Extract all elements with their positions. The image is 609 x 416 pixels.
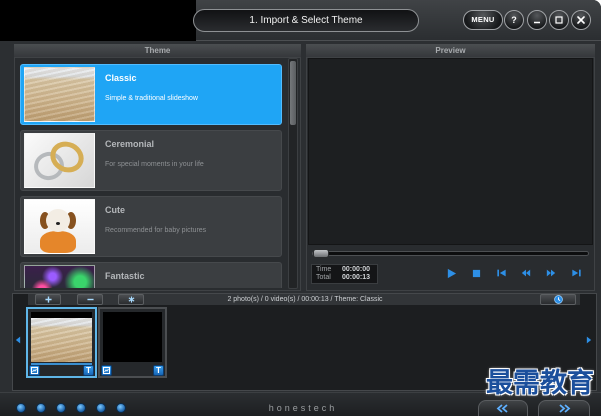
time-value: 00:00:00	[342, 266, 371, 273]
step-title: 1. Import & Select Theme	[193, 9, 419, 32]
rewind-icon	[520, 268, 532, 278]
stop-button[interactable]	[467, 265, 485, 281]
slot-thumbnail	[31, 312, 92, 362]
seek-track[interactable]	[312, 251, 589, 256]
stop-icon	[472, 269, 481, 278]
minus-icon	[86, 296, 94, 303]
add-photo-button[interactable]	[35, 294, 61, 305]
skip-to-end-icon	[571, 268, 582, 278]
theme-list: Classic Simple & traditional slideshow C…	[18, 59, 286, 288]
rewind-button[interactable]	[517, 265, 535, 281]
fast-forward-icon	[545, 268, 557, 278]
maximize-button[interactable]	[549, 10, 569, 30]
slot-thumbnail-empty	[103, 312, 162, 362]
photo-edit-icon	[31, 367, 38, 374]
theme-item-title: Fantastic	[105, 271, 145, 281]
theme-thumbnail-classic	[24, 67, 95, 122]
theme-thumbnail-fantastic	[24, 265, 95, 288]
text-badge: T	[86, 366, 91, 375]
storyboard-scroll-right[interactable]	[584, 333, 594, 347]
double-chevron-left-icon	[496, 404, 510, 413]
double-chevron-right-icon	[557, 404, 571, 413]
next-step-button[interactable]	[538, 400, 590, 416]
theme-item-title: Classic	[105, 73, 137, 83]
storyboard-slot-1[interactable]: T	[26, 307, 97, 378]
help-button[interactable]: ?	[504, 10, 524, 30]
seek-thumb[interactable]	[313, 249, 329, 258]
minimize-button[interactable]	[527, 10, 547, 30]
asterisk-icon	[128, 296, 135, 303]
slot-edit-button[interactable]	[29, 365, 40, 376]
black-corner-region	[0, 0, 196, 41]
step-dot-3[interactable]	[56, 403, 66, 413]
watermark-text: 最需教育	[486, 368, 594, 399]
remove-photo-button[interactable]	[77, 294, 103, 305]
total-label: Total	[316, 274, 331, 281]
puppy-head	[46, 209, 70, 232]
storyboard-slot-2[interactable]: T	[98, 307, 167, 378]
puppy-nose	[56, 222, 60, 225]
app-window: 1. Import & Select Theme MENU ? Theme Cl…	[0, 0, 601, 416]
theme-item-title: Cute	[105, 205, 125, 215]
effect-button[interactable]	[118, 294, 144, 305]
step-dot-4[interactable]	[76, 403, 86, 413]
maximize-icon	[555, 16, 563, 24]
slot-edit-button[interactable]	[101, 365, 112, 376]
photo-edit-icon	[103, 367, 110, 374]
step-dot-5[interactable]	[96, 403, 106, 413]
theme-list-scrollbar[interactable]	[288, 58, 298, 289]
slot-text-button[interactable]: T	[153, 365, 164, 376]
skip-to-start-button[interactable]	[492, 265, 510, 281]
text-badge: T	[156, 366, 161, 375]
seek-slider[interactable]	[312, 249, 589, 258]
duration-button[interactable]	[540, 294, 576, 305]
scrollbar-thumb[interactable]	[290, 61, 296, 125]
arrow-right-icon	[586, 335, 592, 345]
theme-panel-header: Theme	[14, 44, 301, 57]
previous-step-button[interactable]	[478, 400, 528, 416]
theme-item-classic[interactable]: Classic Simple & traditional slideshow	[20, 64, 282, 125]
time-display: Time 00:00:00 Total 00:00:13	[311, 264, 378, 284]
theme-thumbnail-cute	[24, 199, 95, 254]
play-icon	[446, 268, 457, 279]
play-button[interactable]	[442, 265, 460, 281]
brand-logo-text: honestech	[268, 403, 338, 413]
minimize-icon	[533, 16, 541, 24]
menu-button[interactable]: MENU	[463, 10, 503, 30]
plus-icon	[44, 296, 52, 303]
fast-forward-button[interactable]	[542, 265, 560, 281]
theme-item-fantastic[interactable]: Fantastic	[20, 262, 282, 288]
theme-item-description: Recommended for baby pictures	[105, 227, 207, 234]
skip-to-start-icon	[496, 268, 507, 278]
theme-item-ceremonial[interactable]: Ceremonial For special moments in your l…	[20, 130, 282, 191]
theme-item-cute[interactable]: Cute Recommended for baby pictures	[20, 196, 282, 257]
close-button[interactable]	[571, 10, 591, 30]
storyboard-scroll-left[interactable]	[13, 333, 23, 347]
help-label: ?	[511, 15, 517, 25]
theme-item-description: Simple & traditional slideshow	[105, 95, 198, 102]
close-icon	[577, 16, 585, 24]
clock-icon	[553, 295, 563, 304]
preview-screen	[308, 58, 593, 245]
arrow-left-icon	[15, 335, 21, 345]
puppy-body	[40, 231, 76, 253]
theme-item-description: For special moments in your life	[105, 161, 204, 168]
preview-panel-header: Preview	[306, 44, 595, 57]
slot-text-button[interactable]: T	[83, 365, 94, 376]
step-dot-6[interactable]	[116, 403, 126, 413]
theme-item-title: Ceremonial	[105, 139, 155, 149]
total-value: 00:00:13	[342, 274, 371, 281]
theme-thumbnail-ceremonial	[24, 133, 95, 188]
step-dot-1[interactable]	[16, 403, 26, 413]
skip-to-end-button[interactable]	[567, 265, 585, 281]
step-dot-2[interactable]	[36, 403, 46, 413]
time-label: Time	[316, 266, 332, 273]
storyboard-summary: 2 photo(s) / 0 video(s) / 00:00:13 / The…	[227, 296, 383, 303]
